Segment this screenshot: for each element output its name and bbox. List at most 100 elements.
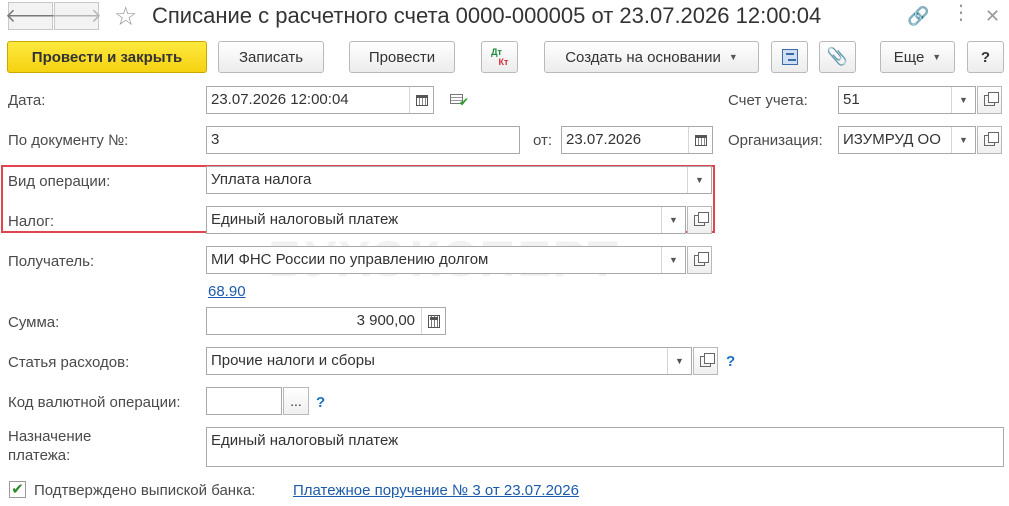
create-based-on-button[interactable]: Создать на основании ▼ (544, 41, 759, 73)
docnum-field[interactable]: 3 (206, 126, 520, 154)
amount-label: Сумма: (8, 314, 60, 331)
from-date-value: 23.07.2026 (566, 131, 642, 148)
confirmed-checkbox[interactable]: ✔ (9, 481, 26, 498)
help-button[interactable]: ? (967, 41, 1004, 73)
docnum-value: 3 (211, 131, 220, 148)
purpose-label-line2: платежа: (8, 447, 71, 464)
org-dropdown[interactable]: ▼ (951, 127, 975, 153)
dt-kt-icon-bottom: Кт (498, 57, 509, 67)
tax-value: Единый налоговый платеж (211, 211, 399, 228)
arrow-right-icon: 🡒 (51, 6, 102, 27)
open-icon (700, 352, 715, 367)
dt-kt-button[interactable]: Дт Кт (481, 41, 518, 73)
expense-label: Статья расходов: (8, 354, 130, 371)
attach-button[interactable]: 📎 (819, 41, 856, 73)
calendar-button[interactable] (409, 87, 433, 113)
expense-value: Прочие налоги и сборы (211, 352, 375, 369)
recipient-account-link[interactable]: 68.90 (208, 283, 246, 301)
optype-dropdown[interactable]: ▼ (687, 167, 711, 193)
more-vertical-icon[interactable]: ⋮ (951, 3, 971, 23)
open-icon (694, 251, 709, 266)
post-and-close-button[interactable]: Провести и закрыть (7, 41, 207, 73)
forward-button[interactable]: 🡒 (51, 2, 102, 30)
structure-button[interactable] (771, 41, 808, 73)
tax-field[interactable]: Единый налоговый платеж ▼ (206, 206, 686, 234)
tax-dropdown[interactable]: ▼ (661, 207, 685, 233)
tax-label: Налог: (8, 213, 55, 230)
checkmark-icon: ✔ (11, 481, 24, 498)
open-icon (984, 91, 999, 106)
expense-help-icon[interactable]: ? (726, 353, 735, 371)
account-label: Счет учета: (728, 92, 808, 109)
account-field[interactable]: 51 ▼ (838, 86, 976, 114)
optype-label: Вид операции: (8, 173, 111, 190)
star-icon[interactable]: ☆ (114, 2, 137, 30)
payment-order-link[interactable]: Платежное поручение № 3 от 23.07.2026 (293, 482, 579, 500)
currency-value (207, 388, 281, 414)
save-button[interactable]: Записать (218, 41, 324, 73)
chevron-down-icon: ▼ (675, 356, 684, 366)
date-value: 23.07.2026 12:00:04 (211, 91, 349, 108)
account-value: 51 (843, 91, 860, 108)
date-field[interactable]: 23.07.2026 12:00:04 (206, 86, 434, 114)
currency-label: Код валютной операции: (8, 394, 181, 411)
chevron-down-icon: ▼ (959, 135, 968, 145)
number-check-icon[interactable]: ✔ (450, 92, 469, 108)
recipient-label: Получатель: (8, 253, 95, 270)
amount-field[interactable]: 3 900,00 (206, 307, 446, 335)
hierarchy-icon (781, 49, 798, 65)
more-button[interactable]: Еще ▼ (880, 41, 955, 73)
recipient-dropdown[interactable]: ▼ (661, 247, 685, 273)
tax-open-button[interactable] (687, 206, 712, 234)
arrow-left-icon: 🡐 (5, 6, 56, 27)
paperclip-icon: 📎 (826, 47, 849, 66)
purpose-textarea[interactable]: Единый налоговый платеж (206, 427, 1004, 467)
currency-select-button[interactable]: ... (283, 387, 309, 415)
org-field[interactable]: ИЗУМРУД ОО ▼ (838, 126, 976, 154)
chevron-down-icon: ▼ (932, 52, 942, 62)
expense-field[interactable]: Прочие налоги и сборы ▼ (206, 347, 692, 375)
dt-kt-icon-top: Дт (491, 47, 502, 57)
chevron-down-icon: ▼ (669, 255, 678, 265)
calendar-icon (694, 134, 707, 146)
chevron-down-icon: ▼ (669, 215, 678, 225)
create-based-on-label: Создать на основании (565, 48, 721, 66)
calendar-button[interactable] (688, 127, 712, 153)
close-icon[interactable]: ✕ (985, 6, 1000, 26)
account-open-button[interactable] (977, 86, 1002, 114)
window-title: Списание с расчетного счета 0000-000005 … (152, 3, 822, 28)
open-icon (984, 131, 999, 146)
from-date-field[interactable]: 23.07.2026 (561, 126, 713, 154)
org-value: ИЗУМРУД ОО (843, 131, 941, 148)
optype-value: Уплата налога (211, 171, 312, 188)
currency-help-icon[interactable]: ? (316, 394, 325, 412)
org-open-button[interactable] (977, 126, 1002, 154)
purpose-value: Единый налоговый платеж (211, 432, 399, 449)
account-dropdown[interactable]: ▼ (951, 87, 975, 113)
chevron-down-icon: ▼ (728, 52, 738, 62)
recipient-value: МИ ФНС России по управлению долгом (211, 251, 489, 268)
calculator-button[interactable] (421, 308, 445, 334)
calculator-icon (427, 314, 440, 328)
docnum-label: По документу №: (8, 132, 129, 149)
post-button[interactable]: Провести (349, 41, 455, 73)
date-label: Дата: (8, 92, 46, 109)
org-label: Организация: (728, 132, 823, 149)
optype-field[interactable]: Уплата налога ▼ (206, 166, 712, 194)
back-button[interactable]: 🡐 (5, 2, 56, 30)
calendar-icon (415, 94, 428, 106)
confirmed-label: Подтверждено выпиской банка: (34, 482, 256, 499)
currency-field[interactable] (206, 387, 282, 415)
chevron-down-icon: ▼ (959, 95, 968, 105)
from-label: от: (533, 132, 553, 149)
purpose-label-line1: Назначение (8, 428, 92, 445)
chevron-down-icon: ▼ (695, 175, 704, 185)
expense-open-button[interactable] (693, 347, 718, 375)
expense-dropdown[interactable]: ▼ (667, 348, 691, 374)
recipient-open-button[interactable] (687, 246, 712, 274)
recipient-field[interactable]: МИ ФНС России по управлению долгом ▼ (206, 246, 686, 274)
amount-value: 3 900,00 (356, 312, 415, 329)
open-icon (694, 211, 709, 226)
link-icon[interactable]: 🔗 (907, 6, 929, 26)
more-label: Еще (893, 48, 925, 66)
